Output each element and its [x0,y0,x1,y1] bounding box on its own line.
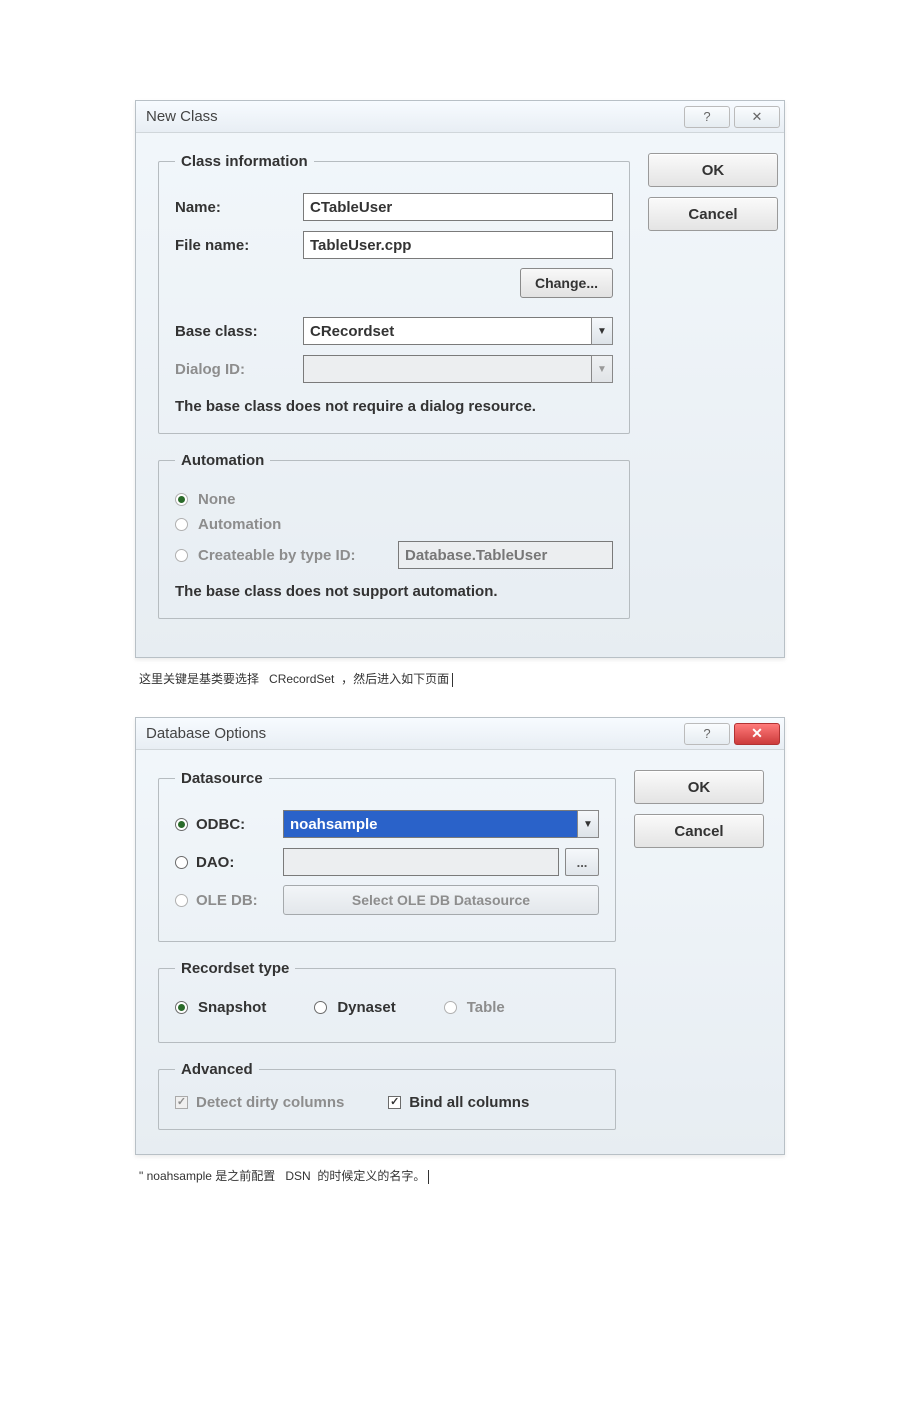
dynaset-label: Dynaset [337,999,395,1016]
odbc-select[interactable]: ▼ [283,810,599,838]
automation-group: Automation None Automation Createable by… [158,452,630,619]
chevron-down-icon[interactable]: ▼ [577,810,599,838]
bind-all-checkbox[interactable]: Bind all columns [388,1094,529,1111]
radio-automation: Automation [175,516,613,533]
table-label: Table [467,999,505,1016]
close-icon: ✕ [752,109,763,125]
cancel-button[interactable]: Cancel [648,197,778,231]
radio-table: Table [444,999,505,1016]
radio-icon [175,493,188,506]
checkbox-icon[interactable] [388,1096,401,1109]
dao-row[interactable]: DAO: ... [175,847,599,877]
close-button[interactable]: ✕ [734,723,780,745]
radio-createable-label: Createable by type ID: [198,547,388,564]
advanced-group: Advanced Detect dirty columns Bind all c… [158,1061,616,1130]
titlebar: New Class ? ✕ [136,101,784,133]
odbc-row[interactable]: ODBC: ▼ [175,809,599,839]
radio-icon [175,549,188,562]
radio-dynaset[interactable]: Dynaset [314,999,395,1016]
type-id-input [398,541,613,569]
database-options-dialog: Database Options ? ✕ Datasource ODBC: ▼ [135,717,785,1155]
automation-note: The base class does not support automati… [175,583,613,600]
radio-icon [175,894,188,907]
group-legend: Automation [175,452,270,469]
radio-none: None [175,491,613,508]
class-information-group: Class information Name: File name: Chang… [158,153,630,434]
odbc-label: ODBC: [196,816,245,833]
radio-icon[interactable] [175,818,188,831]
close-button[interactable]: ✕ [734,106,780,128]
titlebar: Database Options ? ✕ [136,718,784,750]
base-class-value[interactable] [303,317,591,345]
detect-dirty-label: Detect dirty columns [196,1094,344,1111]
group-legend: Recordset type [175,960,295,977]
radio-icon[interactable] [175,856,188,869]
oledb-label: OLE DB: [196,892,258,909]
file-name-input[interactable] [303,231,613,259]
dialog-id-value [303,355,591,383]
detect-dirty-checkbox: Detect dirty columns [175,1094,344,1111]
group-legend: Class information [175,153,314,170]
radio-snapshot[interactable]: Snapshot [175,999,266,1016]
radio-automation-label: Automation [198,516,281,533]
dialog-id-select: ▼ [303,355,613,383]
checkbox-icon [175,1096,188,1109]
dao-browse-button[interactable]: ... [565,848,599,876]
name-input[interactable] [303,193,613,221]
dialog-id-label: Dialog ID: [175,361,303,378]
oledb-row: OLE DB: Select OLE DB Datasource [175,885,599,915]
text-cursor [452,673,453,687]
change-button[interactable]: Change... [520,268,613,298]
chevron-down-icon[interactable]: ▼ [591,317,613,345]
group-legend: Datasource [175,770,269,787]
ok-button[interactable]: OK [648,153,778,187]
dao-label: DAO: [196,854,234,871]
datasource-group: Datasource ODBC: ▼ [158,770,616,942]
dao-value [283,848,559,876]
dialog-title: Database Options [146,725,684,742]
group-legend: Advanced [175,1061,259,1078]
select-oledb-button: Select OLE DB Datasource [283,885,599,915]
help-icon: ? [703,726,710,741]
recordset-type-group: Recordset type Snapshot Dynaset Table [158,960,616,1043]
bind-all-label: Bind all columns [409,1094,529,1111]
cancel-button[interactable]: Cancel [634,814,764,848]
help-button[interactable]: ? [684,106,730,128]
caption-2: " noahsample 是之前配置 DSN 的时候定义的名字。 [139,1167,785,1184]
file-name-label: File name: [175,237,303,254]
radio-icon[interactable] [314,1001,327,1014]
snapshot-label: Snapshot [198,999,266,1016]
base-class-label: Base class: [175,323,303,340]
name-label: Name: [175,199,303,216]
dialog-resource-note: The base class does not require a dialog… [175,398,613,415]
radio-none-label: None [198,491,236,508]
radio-icon [175,518,188,531]
help-button[interactable]: ? [684,723,730,745]
caption-1: 这里关键是基类要选择 CRecordSet ，然后进入如下页面 [139,670,785,687]
chevron-down-icon: ▼ [591,355,613,383]
base-class-select[interactable]: ▼ [303,317,613,345]
help-icon: ? [703,109,710,124]
odbc-value[interactable] [283,810,577,838]
text-cursor [428,1170,429,1184]
radio-icon[interactable] [175,1001,188,1014]
ok-button[interactable]: OK [634,770,764,804]
new-class-dialog: New Class ? ✕ Class information Name: Fi… [135,100,785,658]
radio-icon [444,1001,457,1014]
dialog-title: New Class [146,108,684,125]
close-icon: ✕ [751,725,763,742]
radio-createable: Createable by type ID: [175,541,613,569]
